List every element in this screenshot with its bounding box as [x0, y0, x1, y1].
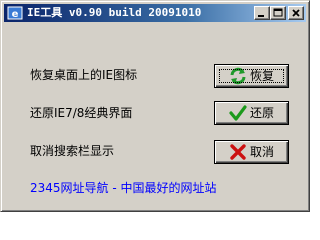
maximize-icon [273, 8, 283, 17]
cancel-button[interactable]: 取消 [214, 140, 289, 164]
svg-text:e: e [12, 9, 19, 20]
refresh-icon [229, 67, 247, 85]
revert-button[interactable]: 还原 [214, 101, 289, 125]
minimize-icon [258, 15, 264, 17]
x-mark-icon [229, 143, 247, 161]
restore-classic-ui-label: 还原IE7/8经典界面 [30, 106, 133, 120]
website-link[interactable]: 2345网址导航 - 中国最好的网址站 [30, 181, 217, 195]
restore-button[interactable]: 恢复 [214, 64, 289, 88]
close-icon [292, 9, 300, 17]
window-title: IE工具 v0.90 build 20091010 [27, 6, 202, 19]
cancel-button-label: 取消 [249, 145, 274, 159]
revert-button-label: 还原 [249, 106, 274, 120]
minimize-button[interactable] [254, 6, 270, 20]
restore-desktop-ie-icon-label: 恢复桌面上的IE图标 [30, 68, 138, 82]
maximize-button[interactable] [270, 6, 286, 20]
checkmark-icon [229, 104, 247, 122]
close-button[interactable] [288, 6, 304, 20]
hide-search-bar-label: 取消搜索栏显示 [30, 144, 115, 158]
title-bar[interactable]: e IE工具 v0.90 build 20091010 [4, 4, 306, 22]
ie-tool-icon: e [7, 5, 23, 21]
app-window: e IE工具 v0.90 build 20091010 恢复桌面上的IE图标 恢… [0, 0, 310, 212]
restore-button-label: 恢复 [249, 69, 274, 83]
